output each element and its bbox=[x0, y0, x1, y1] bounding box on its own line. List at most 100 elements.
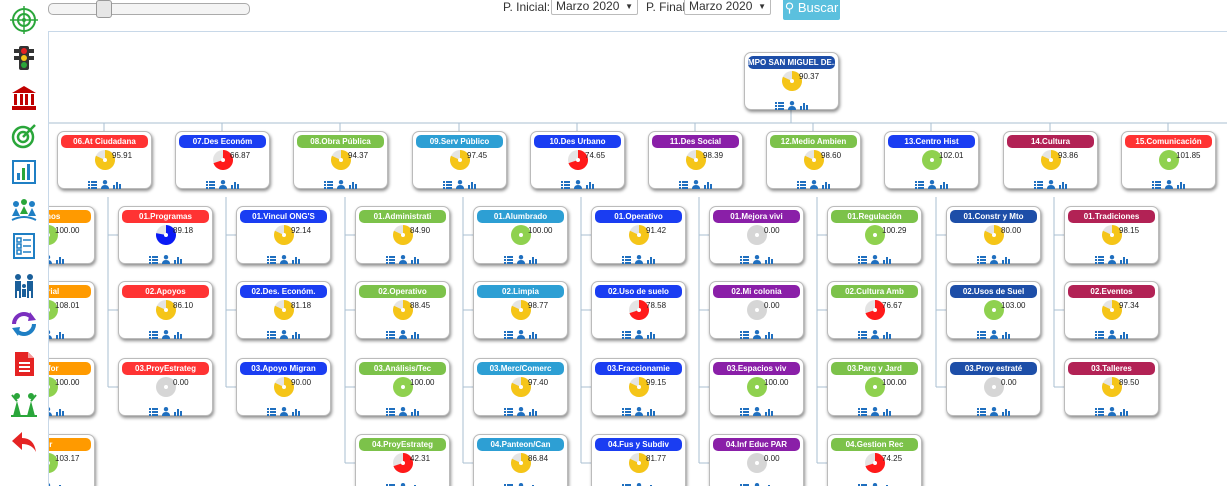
list-icon[interactable] bbox=[442, 181, 452, 189]
node-card[interactable]: 02.Usos de Suel 103.00 bbox=[946, 281, 1041, 339]
bar-chart-icon[interactable] bbox=[1119, 408, 1129, 416]
node-card[interactable]: 13.Centro Hist 102.01 bbox=[884, 131, 979, 189]
person-icon[interactable] bbox=[398, 407, 407, 416]
node-card[interactable]: 04.ProyEstrateg 42.31 bbox=[355, 434, 450, 486]
bar-chart-icon[interactable] bbox=[585, 181, 595, 189]
bar-chart-icon[interactable] bbox=[467, 181, 477, 189]
node-card[interactable]: 02.Cultura Amb 76.67 bbox=[827, 281, 922, 339]
person-icon[interactable] bbox=[1164, 180, 1173, 189]
list-icon[interactable] bbox=[621, 331, 631, 339]
bar-chart-icon[interactable] bbox=[348, 181, 358, 189]
bar-chart-icon[interactable] bbox=[1176, 181, 1186, 189]
person-icon[interactable] bbox=[634, 255, 643, 264]
node-card[interactable]: 02.Uso de suelo 78.58 bbox=[591, 281, 686, 339]
bar-chart-icon[interactable] bbox=[882, 331, 892, 339]
node-card[interactable]: 04.Inf Educ PAR 0.00 bbox=[709, 434, 804, 486]
person-icon[interactable] bbox=[634, 330, 643, 339]
node-card[interactable]: 02.Operativo 88.45 bbox=[355, 281, 450, 339]
bar-chart-icon[interactable] bbox=[1119, 331, 1129, 339]
list-icon[interactable] bbox=[857, 256, 867, 264]
bar-chart-icon[interactable] bbox=[882, 408, 892, 416]
person-icon[interactable] bbox=[752, 407, 761, 416]
person-icon[interactable] bbox=[691, 180, 700, 189]
node-card[interactable]: 06.At Ciudadana 95.91 bbox=[57, 131, 152, 189]
people-network-icon[interactable] bbox=[10, 196, 38, 224]
list-icon[interactable] bbox=[385, 256, 395, 264]
list-icon[interactable] bbox=[976, 331, 986, 339]
bar-chart-icon[interactable] bbox=[703, 181, 713, 189]
bar-chart-icon[interactable] bbox=[646, 331, 656, 339]
bar-chart-icon[interactable] bbox=[1001, 256, 1011, 264]
back-arrow-icon[interactable] bbox=[10, 428, 38, 456]
person-icon[interactable] bbox=[49, 255, 52, 264]
node-card[interactable]: 02.Mi colonia 0.00 bbox=[709, 281, 804, 339]
person-icon[interactable] bbox=[49, 407, 52, 416]
node-card[interactable]: aterial 108.01 bbox=[49, 281, 95, 339]
bar-chart-icon[interactable] bbox=[764, 408, 774, 416]
person-icon[interactable] bbox=[1107, 330, 1116, 339]
bar-chart-icon[interactable] bbox=[821, 181, 831, 189]
list-icon[interactable] bbox=[914, 181, 924, 189]
node-card[interactable]: 03.Talleres 89.50 bbox=[1064, 358, 1159, 416]
list-icon[interactable] bbox=[503, 256, 513, 264]
person-icon[interactable] bbox=[1046, 180, 1055, 189]
bar-chart-icon[interactable] bbox=[799, 102, 809, 110]
node-card[interactable]: 01.Regulación 100.29 bbox=[827, 206, 922, 264]
person-icon[interactable] bbox=[989, 407, 998, 416]
node-card[interactable]: 03.Espacios viv 100.00 bbox=[709, 358, 804, 416]
person-icon[interactable] bbox=[1107, 407, 1116, 416]
person-icon[interactable] bbox=[870, 255, 879, 264]
person-icon[interactable] bbox=[100, 180, 109, 189]
person-icon[interactable] bbox=[218, 180, 227, 189]
list-icon[interactable] bbox=[976, 256, 986, 264]
node-card[interactable]: 03.ProyEstrateg 0.00 bbox=[118, 358, 213, 416]
inicial-select[interactable]: Marzo 2020 ▼ bbox=[551, 0, 638, 15]
list-icon[interactable] bbox=[678, 181, 688, 189]
person-icon[interactable] bbox=[398, 330, 407, 339]
person-icon[interactable] bbox=[752, 330, 761, 339]
person-icon[interactable] bbox=[49, 330, 52, 339]
node-card[interactable]: 14.Cultura 93.86 bbox=[1003, 131, 1098, 189]
person-icon[interactable] bbox=[989, 255, 998, 264]
list-icon[interactable] bbox=[796, 181, 806, 189]
list-icon[interactable] bbox=[385, 408, 395, 416]
person-icon[interactable] bbox=[573, 180, 582, 189]
node-card[interactable]: 03.Apoyo Migran 90.00 bbox=[236, 358, 331, 416]
person-icon[interactable] bbox=[161, 330, 170, 339]
list-icon[interactable] bbox=[1094, 408, 1104, 416]
bar-chart-icon[interactable] bbox=[291, 331, 301, 339]
list-icon[interactable] bbox=[266, 331, 276, 339]
person-icon[interactable] bbox=[336, 180, 345, 189]
list-icon[interactable] bbox=[1094, 331, 1104, 339]
node-card[interactable]: 01.Constr y Mto 80.00 bbox=[946, 206, 1041, 264]
checklist-icon[interactable] bbox=[10, 232, 38, 260]
node-card[interactable]: manos 100.00 bbox=[49, 206, 95, 264]
celebration-icon[interactable] bbox=[10, 390, 38, 418]
person-icon[interactable] bbox=[787, 101, 796, 110]
bar-chart-icon[interactable] bbox=[528, 256, 538, 264]
list-icon[interactable] bbox=[560, 181, 570, 189]
institution-icon[interactable] bbox=[10, 84, 38, 112]
person-icon[interactable] bbox=[398, 255, 407, 264]
bar-chart-icon[interactable] bbox=[55, 256, 65, 264]
person-icon[interactable] bbox=[161, 407, 170, 416]
bar-chart-icon[interactable] bbox=[528, 408, 538, 416]
bar-chart-icon[interactable] bbox=[410, 331, 420, 339]
bar-chart-icon[interactable] bbox=[173, 256, 183, 264]
list-icon[interactable] bbox=[739, 256, 749, 264]
node-card[interactable]: 01.Vincul ONG'S 92.14 bbox=[236, 206, 331, 264]
node-card[interactable]: 11.Des Social 98.39 bbox=[648, 131, 743, 189]
list-icon[interactable] bbox=[323, 181, 333, 189]
node-card[interactable]: 12.Medio Ambien 98.60 bbox=[766, 131, 861, 189]
list-icon[interactable] bbox=[385, 331, 395, 339]
node-card[interactable]: 01.Alumbrado 100.00 bbox=[473, 206, 568, 264]
bar-chart-icon[interactable] bbox=[55, 408, 65, 416]
node-card[interactable]: 03.Análisis/Tec 100.00 bbox=[355, 358, 450, 416]
node-card[interactable]: 03.Fraccionamie 99.15 bbox=[591, 358, 686, 416]
bar-chart-icon[interactable] bbox=[882, 256, 892, 264]
node-card[interactable]: 02.Eventos 97.34 bbox=[1064, 281, 1159, 339]
node-card[interactable]: 03.Proy estraté 0.00 bbox=[946, 358, 1041, 416]
node-card[interactable]: 03.Parq y Jard 100.00 bbox=[827, 358, 922, 416]
bar-chart-icon[interactable] bbox=[173, 408, 183, 416]
list-icon[interactable] bbox=[503, 408, 513, 416]
